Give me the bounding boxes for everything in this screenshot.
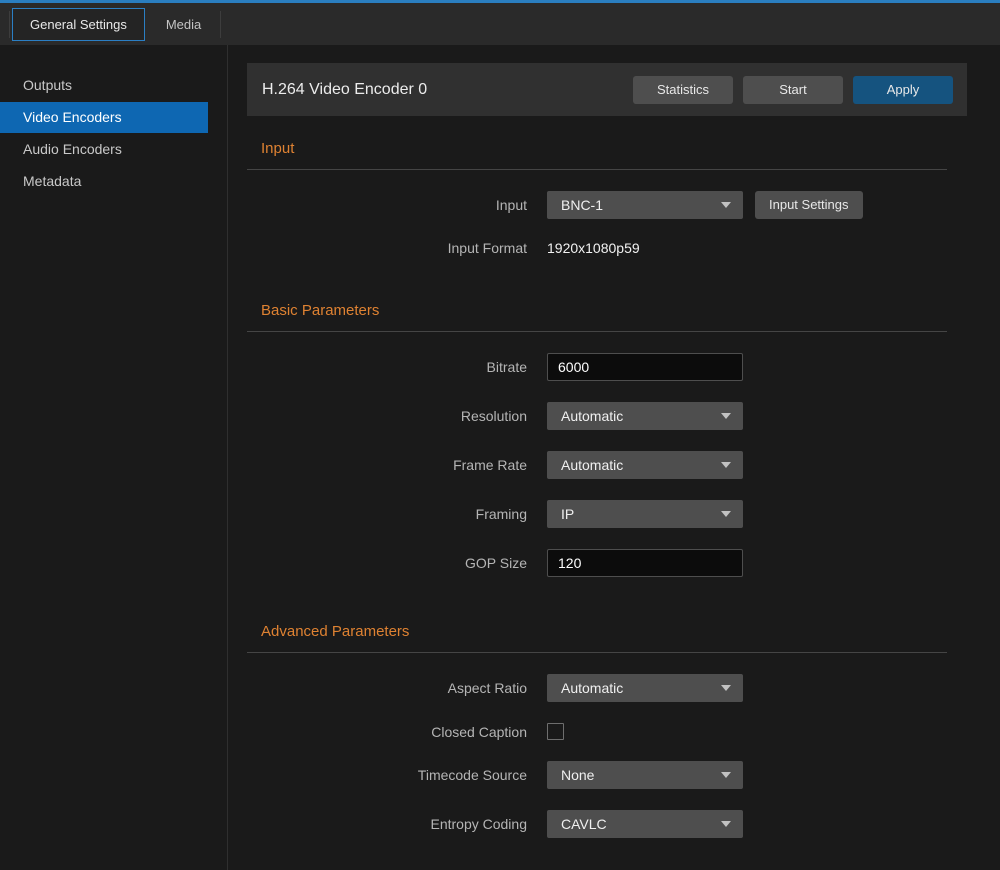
statistics-button[interactable]: Statistics [633,76,733,104]
section-basic-parameters: Basic Parameters Bitrate Resolution Auto… [247,302,1000,577]
timecode-source-select-value: None [561,767,721,783]
closed-caption-checkbox[interactable] [547,723,564,740]
tab-separator [9,11,10,38]
sidebar-item-metadata[interactable]: Metadata [0,166,227,197]
input-select-value: BNC-1 [561,197,721,213]
aspect-ratio-select-value: Automatic [561,680,721,696]
framing-select[interactable]: IP [547,500,743,528]
sidebar-item-video-encoders[interactable]: Video Encoders [0,102,208,133]
start-button[interactable]: Start [743,76,843,104]
input-format-value: 1920x1080p59 [547,240,640,256]
main-panel: H.264 Video Encoder 0 Statistics Start A… [228,45,1000,870]
chevron-down-icon [721,772,731,778]
sidebar-item-audio-encoders[interactable]: Audio Encoders [0,134,227,165]
entropy-coding-label: Entropy Coding [247,816,527,832]
tab-general-settings[interactable]: General Settings [12,8,145,41]
tab-media[interactable]: Media [149,9,218,40]
section-divider [247,652,947,653]
row-entropy-coding: Entropy Coding CAVLC [247,810,1000,838]
row-timecode-source: Timecode Source None [247,761,1000,789]
page-title: H.264 Video Encoder 0 [262,81,623,99]
row-gop-size: GOP Size [247,549,1000,577]
section-heading-input: Input [261,140,1000,157]
row-framing: Framing IP [247,500,1000,528]
aspect-ratio-select[interactable]: Automatic [547,674,743,702]
section-heading-advanced-parameters: Advanced Parameters [261,623,1000,640]
gop-size-label: GOP Size [247,555,527,571]
entropy-coding-select-value: CAVLC [561,816,721,832]
resolution-label: Resolution [247,408,527,424]
section-divider [247,331,947,332]
row-frame-rate: Frame Rate Automatic [247,451,1000,479]
chevron-down-icon [721,462,731,468]
section-heading-basic-parameters: Basic Parameters [261,302,1000,319]
timecode-source-label: Timecode Source [247,767,527,783]
framing-label: Framing [247,506,527,522]
chevron-down-icon [721,821,731,827]
row-resolution: Resolution Automatic [247,402,1000,430]
bitrate-label: Bitrate [247,359,527,375]
frame-rate-label: Frame Rate [247,457,527,473]
sidebar: Outputs Video Encoders Audio Encoders Me… [0,45,228,870]
chevron-down-icon [721,511,731,517]
frame-rate-select[interactable]: Automatic [547,451,743,479]
sidebar-item-outputs[interactable]: Outputs [0,70,227,101]
section-advanced-parameters: Advanced Parameters Aspect Ratio Automat… [247,623,1000,838]
input-format-label: Input Format [247,240,527,256]
chevron-down-icon [721,685,731,691]
row-input-format: Input Format 1920x1080p59 [247,240,1000,256]
frame-rate-select-value: Automatic [561,457,721,473]
encoder-header-bar: H.264 Video Encoder 0 Statistics Start A… [247,63,967,116]
apply-button[interactable]: Apply [853,76,953,104]
chevron-down-icon [721,202,731,208]
closed-caption-label: Closed Caption [247,724,527,740]
row-input: Input BNC-1 Input Settings [247,191,1000,219]
bitrate-input[interactable] [547,353,743,381]
resolution-select[interactable]: Automatic [547,402,743,430]
entropy-coding-select[interactable]: CAVLC [547,810,743,838]
row-closed-caption: Closed Caption [247,723,1000,740]
input-settings-button[interactable]: Input Settings [755,191,863,219]
page-layout: Outputs Video Encoders Audio Encoders Me… [0,45,1000,870]
aspect-ratio-label: Aspect Ratio [247,680,527,696]
tab-bar: General Settings Media [0,3,1000,45]
row-bitrate: Bitrate [247,353,1000,381]
resolution-select-value: Automatic [561,408,721,424]
framing-select-value: IP [561,506,721,522]
row-aspect-ratio: Aspect Ratio Automatic [247,674,1000,702]
section-divider [247,169,947,170]
timecode-source-select[interactable]: None [547,761,743,789]
input-select[interactable]: BNC-1 [547,191,743,219]
section-input: Input Input BNC-1 Input Settings Input F… [247,140,1000,256]
gop-size-input[interactable] [547,549,743,577]
chevron-down-icon [721,413,731,419]
input-label: Input [247,197,527,213]
tab-separator [220,11,221,38]
